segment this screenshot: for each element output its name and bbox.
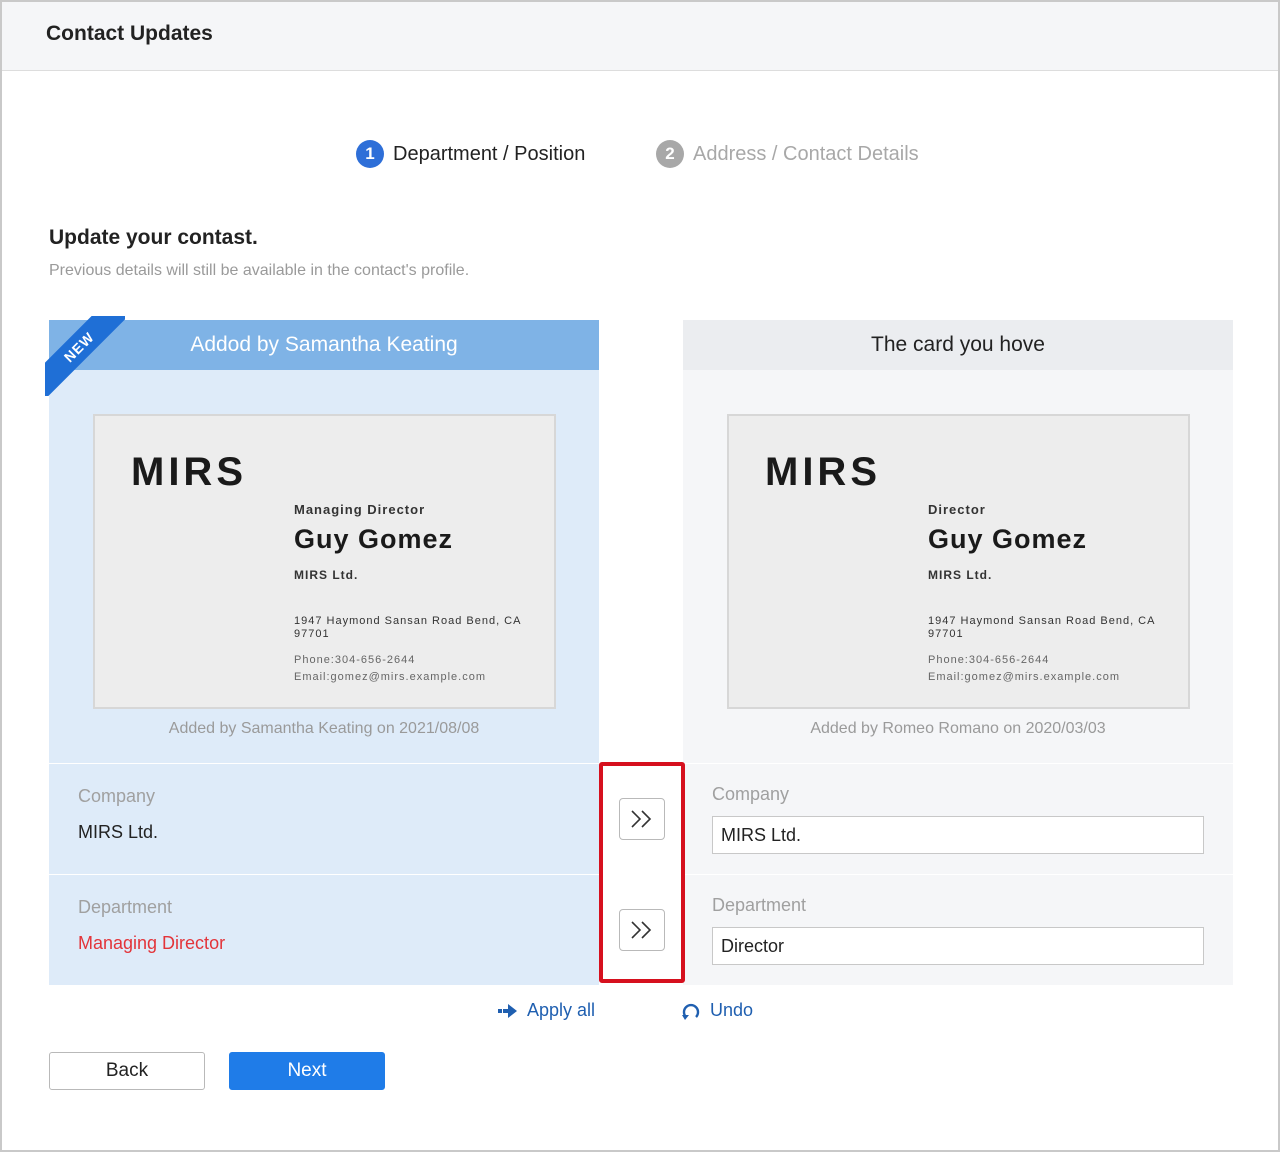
undo-label: Undo (710, 1000, 754, 1020)
step-2-label: Address / Contact Details (693, 142, 919, 165)
step-1-number: 1 (356, 140, 384, 168)
new-badge-label: NEW (45, 316, 125, 396)
current-card-preview-area: MIRS Director Guy Gomez MIRS Ltd. 1947 H… (683, 370, 1233, 763)
double-chevron-right-icon (631, 921, 652, 939)
new-card-header: Addod by Samantha Keating (49, 320, 599, 370)
card-address: 1947 Haymond Sansan Road Bend, CA 97701 (928, 615, 1155, 640)
back-button[interactable]: Back (49, 1052, 205, 1090)
undo-icon (682, 1003, 700, 1020)
card-phone: Phone:304-656-2644 (294, 654, 416, 666)
business-card-image: MIRS Managing Director Guy Gomez MIRS Lt… (93, 414, 556, 709)
current-card-added-by: Added by Romeo Romano on 2020/03/03 (810, 720, 1106, 737)
card-logo: MIRS (131, 450, 247, 494)
arrow-right-icon (498, 1003, 517, 1018)
step-2-number: 2 (656, 140, 684, 168)
card-company: MIRS Ltd. (294, 568, 359, 582)
current-company-row: Company (683, 763, 1233, 874)
double-chevron-right-icon (631, 810, 652, 828)
apply-all-link[interactable]: Apply all (497, 1000, 595, 1021)
card-logo: MIRS (765, 450, 881, 494)
apply-department-button[interactable] (619, 909, 665, 951)
undo-link[interactable]: Undo (680, 1000, 753, 1021)
step-indicator: 1 Department / Position 2 Address / Cont… (2, 140, 1278, 172)
new-department-value: Managing Director (78, 933, 226, 953)
apply-all-label: Apply all (527, 1000, 596, 1020)
app-window: Contact Updates 1 Department / Position … (0, 0, 1280, 1152)
step-2: 2 Address / Contact Details (656, 140, 919, 168)
card-email: Email:gomez@mirs.example.com (928, 671, 1120, 683)
apply-company-button[interactable] (619, 798, 665, 840)
section-heading: Update your contast. (49, 226, 258, 249)
step-1: 1 Department / Position (356, 140, 585, 168)
new-company-label: Company (78, 786, 156, 806)
card-company: MIRS Ltd. (928, 568, 993, 582)
card-address: 1947 Haymond Sansan Road Bend, CA 97701 (294, 615, 521, 640)
section-subheading: Previous details will still be available… (49, 262, 470, 279)
new-card-preview-area: MIRS Managing Director Guy Gomez MIRS Lt… (49, 370, 599, 763)
new-card-panel: Addod by Samantha Keating MIRS Managing … (49, 320, 599, 985)
company-input[interactable] (712, 816, 1204, 854)
current-company-label: Company (712, 784, 790, 804)
new-department-label: Department (78, 897, 173, 917)
step-1-label: Department / Position (393, 142, 586, 165)
new-card-added-by: Added by Samantha Keating on 2021/08/08 (168, 720, 480, 737)
page-title: Contact Updates (46, 22, 213, 45)
business-card-image: MIRS Director Guy Gomez MIRS Ltd. 1947 H… (727, 414, 1190, 709)
current-card-header: The card you hove (683, 320, 1233, 370)
card-name: Guy Gomez (928, 524, 1088, 554)
new-department-row: Department Managing Director (49, 874, 599, 985)
department-input[interactable] (712, 927, 1204, 965)
next-button[interactable]: Next (229, 1052, 385, 1090)
card-phone: Phone:304-656-2644 (928, 654, 1050, 666)
page-header: Contact Updates (2, 2, 1278, 71)
card-title: Director (928, 502, 986, 517)
current-department-label: Department (712, 895, 807, 915)
card-email: Email:gomez@mirs.example.com (294, 671, 486, 683)
current-card-panel: The card you hove MIRS Director Guy Gome… (683, 320, 1233, 985)
card-name: Guy Gomez (294, 524, 454, 554)
card-title: Managing Director (294, 502, 426, 517)
new-badge: NEW (45, 316, 125, 396)
new-company-row: Company MIRS Ltd. (49, 763, 599, 874)
current-department-row: Department (683, 874, 1233, 985)
new-company-value: MIRS Ltd. (78, 822, 159, 842)
